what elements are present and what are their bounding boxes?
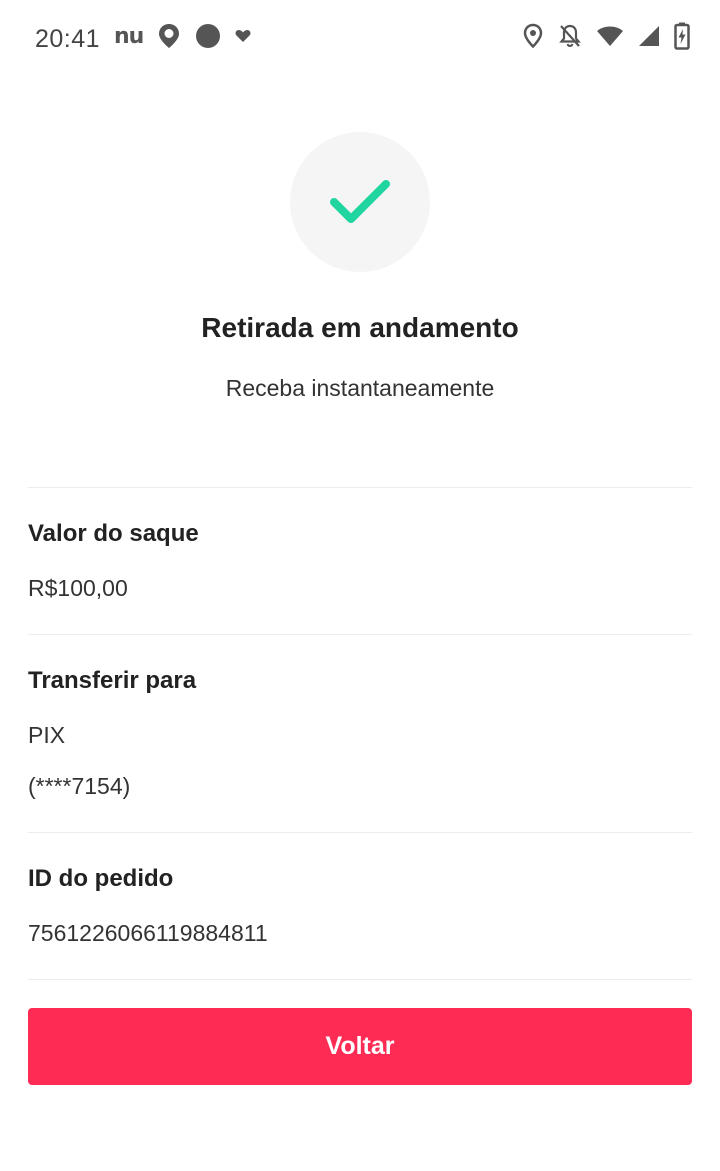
heart-icon (235, 29, 251, 43)
battery-charging-icon (674, 22, 690, 50)
nu-app-icon: nu (114, 23, 144, 49)
divider (28, 487, 692, 488)
success-status-badge (290, 132, 430, 272)
location-icon (522, 23, 544, 49)
transfer-method-value: PIX (28, 722, 66, 748)
status-bar: 20:41 nu (0, 0, 720, 78)
check-icon (330, 179, 390, 225)
status-subtitle: Receba instantaneamente (225, 375, 495, 401)
divider (28, 832, 692, 833)
status-title: Retirada em andamento (201, 312, 519, 343)
withdrawal-amount-value: R$100,00 (28, 575, 128, 601)
signal-icon (638, 25, 660, 47)
order-id-label: ID do pedido (28, 865, 174, 892)
status-left-icons: nu (114, 22, 251, 50)
divider (28, 979, 692, 980)
status-time: 20:41 (35, 25, 101, 53)
order-id-value: 7561226066119884811 (28, 920, 268, 946)
notifications-off-icon (558, 23, 582, 49)
location-pin-icon (157, 22, 181, 50)
withdrawal-amount-label: Valor do saque (28, 520, 199, 547)
back-button[interactable]: Voltar (28, 1008, 692, 1085)
wifi-icon (596, 25, 624, 47)
divider (28, 634, 692, 635)
circle-icon (195, 23, 221, 49)
status-right-icons (522, 22, 690, 50)
transfer-to-label: Transferir para (28, 667, 197, 694)
transfer-account-value: (****7154) (28, 773, 131, 799)
